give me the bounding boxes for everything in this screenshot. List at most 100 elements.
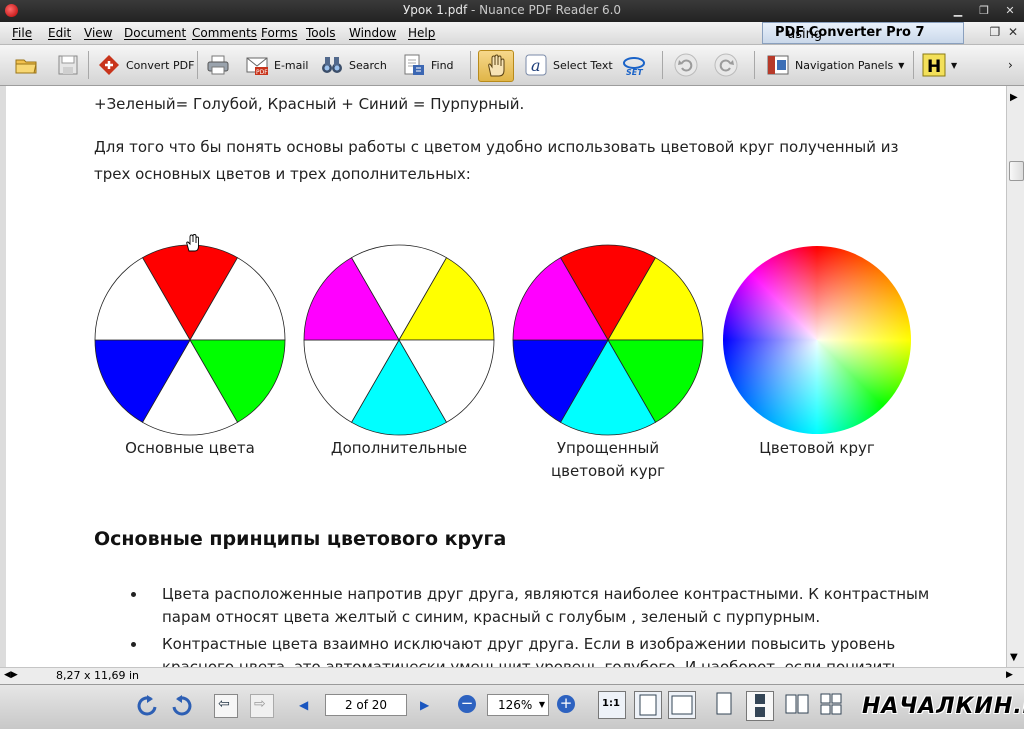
menu-edit[interactable]: Edit (48, 26, 71, 40)
document-viewport[interactable]: +Зеленый= Голубой, Красный + Синий = Пур… (0, 86, 1006, 667)
menu-comments[interactable]: Comments (192, 26, 257, 40)
menu-help[interactable]: Help (408, 26, 435, 40)
facing-pages-button[interactable] (784, 691, 810, 717)
next-page-icon[interactable]: ▶ (420, 698, 429, 712)
single-page-button[interactable] (712, 691, 736, 717)
previous-view-button[interactable]: ⇦ (214, 694, 238, 718)
bullet-1-line1: Цвета расположенные напротив друг друга,… (162, 585, 930, 603)
fit-page-button[interactable] (634, 691, 662, 719)
svg-text:SET: SET (626, 68, 643, 77)
printer-icon (206, 53, 230, 77)
window-controls: ▁ ❐ ✕ (948, 3, 1020, 18)
undo-button[interactable] (674, 51, 698, 79)
rotate-ccw-button[interactable] (135, 693, 159, 717)
print-button[interactable] (206, 51, 230, 79)
bullet-2-line2: красного цвета, это автоматически уменьш… (162, 658, 900, 667)
menu-tools[interactable]: Tools (306, 26, 336, 40)
navigation-panels-button[interactable]: Navigation Panels ▼ (766, 51, 904, 79)
find-button[interactable]: Find (402, 51, 454, 79)
navigation-panels-icon (766, 53, 790, 77)
bullet-2-text: Контрастные цвета взаимно исключают друг… (162, 633, 962, 667)
open-button[interactable] (14, 51, 38, 79)
fit-width-icon (671, 695, 693, 715)
find-icon (402, 53, 426, 77)
caption-simplified-line2: цветовой кург (550, 462, 666, 480)
hand-cursor-icon (186, 234, 199, 252)
next-view-button[interactable]: ⇨ (250, 694, 274, 718)
search-button[interactable]: Search (320, 51, 387, 79)
vertical-scrollbar[interactable]: ▶ ▼ (1006, 86, 1024, 667)
menu-view[interactable]: View (84, 26, 112, 40)
toolbar: Convert PDF PDF E-mail Search Find a Sel… (0, 45, 1024, 86)
zoom-input[interactable]: 126% ▼ (487, 694, 549, 716)
text-line-formula: +Зеленый= Голубой, Красный + Синий = Пур… (94, 95, 525, 113)
hand-tool-button[interactable] (478, 50, 514, 82)
bullet-dot (131, 592, 136, 597)
save-button[interactable] (56, 51, 80, 79)
caption-primary: Основные цвета (94, 437, 286, 460)
window-title: Урок 1.pdf - Nuance PDF Reader 6.0 (0, 3, 1024, 17)
binoculars-icon (320, 53, 344, 77)
highlight-tool-button[interactable]: H ▼ (922, 51, 957, 79)
scroll-right-icon[interactable]: ▶ (1006, 670, 1013, 680)
scroll-down-arrow-icon[interactable]: ▼ (1010, 652, 1018, 663)
continuous-facing-button[interactable] (818, 691, 844, 717)
menu-file[interactable]: File (12, 26, 32, 40)
fit-width-button[interactable] (668, 691, 696, 719)
menu-forms[interactable]: Forms (261, 26, 297, 40)
fit-page-icon (639, 694, 657, 716)
scroll-right-arrow-icon[interactable]: ▶ (1010, 92, 1018, 103)
document-name: Урок 1.pdf (402, 3, 468, 17)
redo-button[interactable] (714, 51, 738, 79)
continuous-page-button[interactable] (746, 691, 774, 721)
save-icon (56, 53, 80, 77)
secondary-colors-wheel (303, 244, 495, 436)
restore-icon[interactable]: ❐ (974, 3, 994, 18)
convert-pdf-button[interactable]: Convert PDF (97, 51, 194, 79)
caption-secondary-line1: Дополнительные (330, 439, 468, 457)
horizontal-scrollbar[interactable]: ◀▶ 8,27 x 11,69 in ▶ (0, 667, 1024, 685)
arrow-left-icon: ⇦ (218, 696, 230, 712)
highlight-dropdown-icon[interactable]: ▼ (951, 61, 957, 70)
svg-text:PDF: PDF (256, 69, 268, 76)
chevron-down-icon[interactable]: ▼ (898, 61, 904, 70)
bullet-1-text: Цвета расположенные напротив друг друга,… (162, 583, 962, 629)
menu-close-icon[interactable]: ✕ (1008, 25, 1018, 39)
undo-icon (674, 53, 698, 77)
scroll-left-icon[interactable]: ◀▶ (4, 670, 18, 680)
caption-simplified: Упрощенный цветовой кург (512, 437, 704, 483)
menu-document[interactable]: Document (124, 26, 186, 40)
hand-icon (484, 54, 508, 78)
section-heading: Основные принципы цветового круга (94, 528, 507, 550)
select-text-button[interactable]: a Select Text (524, 51, 613, 79)
previous-page-icon[interactable]: ◀ (299, 698, 308, 712)
minimize-icon[interactable]: ▁ (948, 3, 968, 18)
menu-restore-icon[interactable]: ❐ (990, 25, 1001, 39)
email-button[interactable]: PDF E-mail (245, 51, 309, 79)
zoom-value: 126% (498, 698, 533, 712)
set-button[interactable]: SET (622, 51, 646, 79)
zoom-out-icon[interactable]: − (458, 695, 476, 713)
search-label: Search (349, 58, 387, 72)
actual-size-button[interactable]: 1:1 (598, 691, 626, 719)
title-bar: Урок 1.pdf - Nuance PDF Reader 6.0 ▁ ❐ ✕ (0, 0, 1024, 22)
find-label: Find (431, 58, 454, 72)
zoom-in-icon[interactable]: + (557, 695, 575, 713)
bullet-2-line1: Контрастные цвета взаимно исключают друг… (162, 635, 896, 653)
page-number-input[interactable]: 2 of 20 (325, 694, 407, 716)
arrow-right-icon: ⇨ (254, 696, 266, 712)
vertical-scroll-thumb[interactable] (1009, 161, 1024, 181)
bullet-1-line2: парам относят цвета желтый с синим, крас… (162, 608, 821, 626)
promo-banner[interactable]: using PDF Converter Pro 7 (762, 22, 964, 44)
menu-window[interactable]: Window (349, 26, 396, 40)
select-text-label: Select Text (553, 58, 613, 72)
zoom-dropdown-icon[interactable]: ▼ (539, 695, 545, 715)
site-watermark: НАЧАЛКИН.РУ (862, 694, 1024, 719)
close-icon[interactable]: ✕ (1000, 3, 1020, 18)
toolbar-overflow-button[interactable]: › (1008, 51, 1013, 79)
rotate-cw-button[interactable] (170, 693, 194, 717)
overflow-icon: › (1008, 58, 1013, 72)
continuous-facing-icon (820, 693, 842, 715)
highlight-h-icon: H (922, 53, 946, 77)
simplified-color-wheel (512, 244, 704, 436)
